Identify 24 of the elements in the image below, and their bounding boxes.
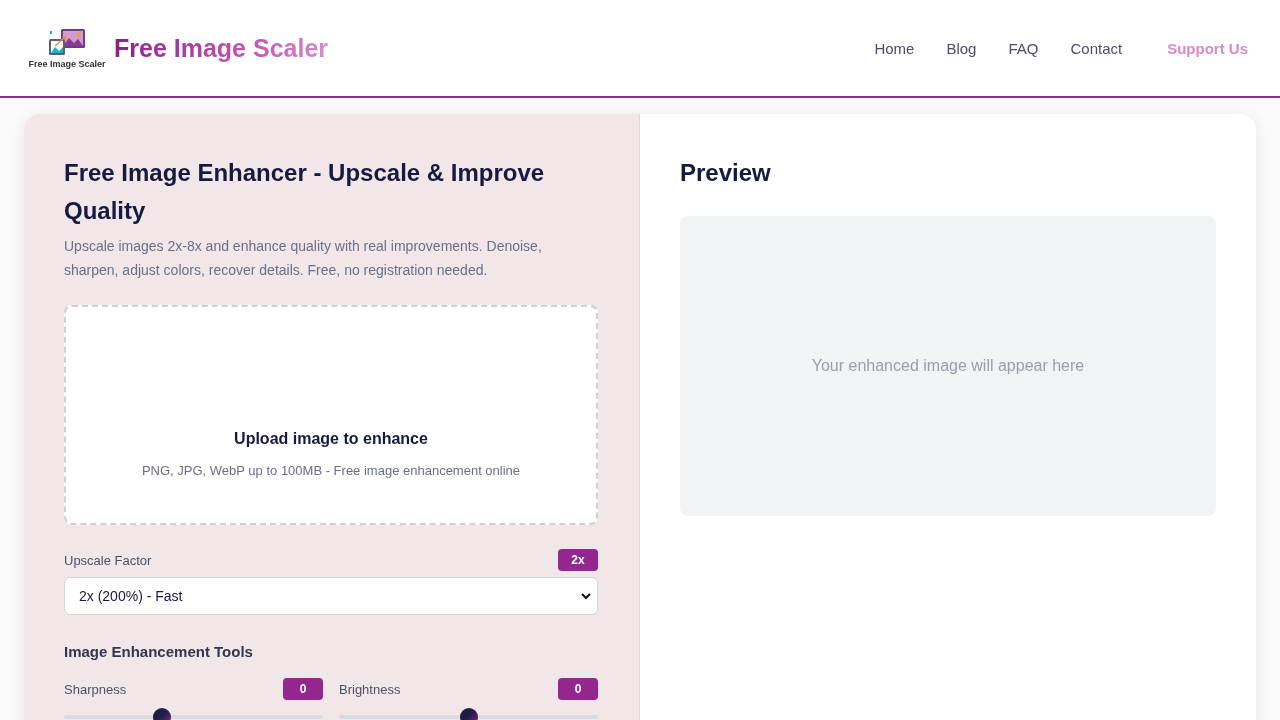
upload-hint: PNG, JPG, WebP up to 100MB - Free image enhancement online <box>141 462 521 480</box>
slider-thumb[interactable] <box>153 708 172 720</box>
page-description: Upscale images 2x-8x and enhance quality with real improvements. Denoise, sharpen, adjust colors, recover details. Free, no registration needed. <box>64 237 543 280</box>
upscale-value: 2x <box>558 549 598 571</box>
slider-value: 0 <box>558 678 598 700</box>
chevron-down-icon <box>581 592 591 600</box>
tools-heading: Image Enhancement Tools <box>64 642 254 662</box>
nav-link[interactable]: Blog <box>946 39 977 57</box>
nav-link[interactable]: Contact <box>1070 39 1123 57</box>
slider-label: Brightness <box>339 681 401 697</box>
upscale-select[interactable]: 2x (200%) - Fast <box>64 577 598 615</box>
upload-dropzone[interactable]: Upload image to enhance PNG, JPG, WebP up to 100MB - Free image enhancement online <box>64 305 598 525</box>
logo-caption: Free Image Scaler <box>28 59 106 69</box>
nav-link[interactable]: FAQ <box>1008 39 1039 57</box>
nav-link[interactable]: Home <box>874 39 915 57</box>
slider-label: Sharpness <box>64 681 127 697</box>
upscale-label: Upscale Factor <box>64 552 152 568</box>
preview-empty-message: Your enhanced image will appear here <box>811 357 1085 375</box>
slider-value: 0 <box>283 678 323 700</box>
slider-thumb[interactable] <box>459 708 478 720</box>
page-title: Free Image Enhancer - Upscale & Improve Quality <box>64 158 546 226</box>
picture-frames-icon <box>47 27 87 57</box>
preview-title: Preview <box>680 158 772 188</box>
upload-title: Upload image to enhance <box>234 429 428 449</box>
